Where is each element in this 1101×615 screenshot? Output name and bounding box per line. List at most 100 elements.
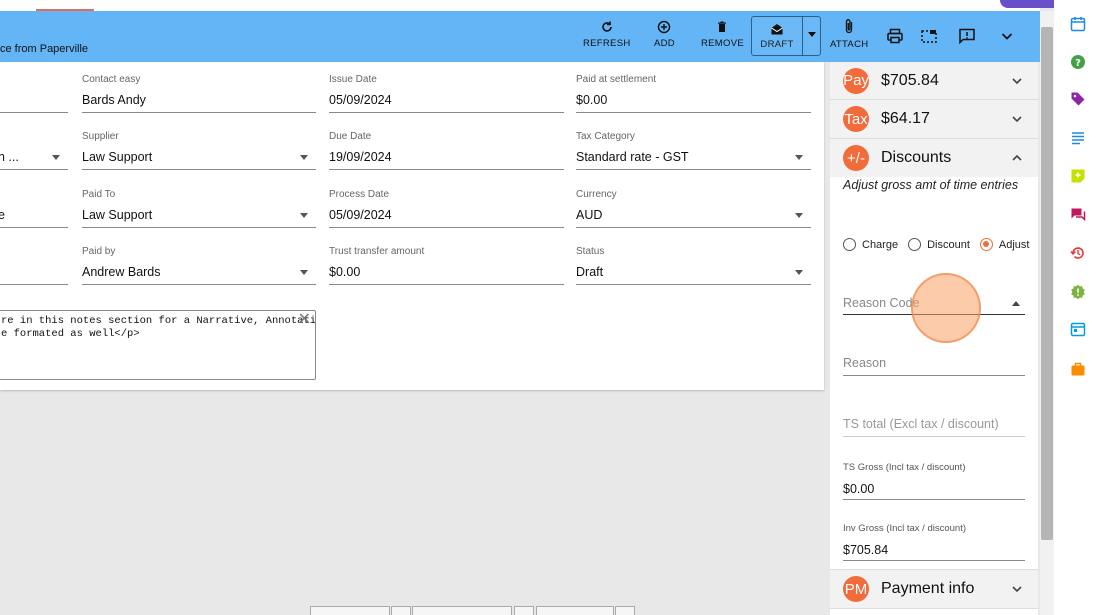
chevron-up-icon[interactable] <box>1010 151 1024 165</box>
reason-code-placeholder: Reason Code <box>843 296 920 310</box>
tax-amount: $64.17 <box>881 110 930 127</box>
dropdown-arrow-icon[interactable] <box>795 155 803 160</box>
ts-total-input[interactable]: TS total (Excl tax / discount) <box>843 410 1025 444</box>
field-underline <box>843 499 1025 500</box>
field-label: Contact easy <box>82 74 141 85</box>
paid-to-select[interactable]: Paid To Law Support <box>82 177 316 228</box>
trust-transfer-field[interactable]: Trust transfer amount $0.00 <box>329 234 564 285</box>
chevron-down-icon[interactable] <box>998 27 1016 45</box>
remove-button[interactable]: REMOVE <box>701 20 744 49</box>
chevron-down-icon[interactable] <box>1010 582 1024 596</box>
event-icon[interactable] <box>1070 321 1086 337</box>
charge-label: Charge <box>862 238 899 251</box>
discount-type-radio-group: Charge Discount Adjust <box>843 238 1029 251</box>
dropdown-arrow-icon[interactable] <box>1012 301 1020 306</box>
scrollbar[interactable] <box>1040 11 1054 615</box>
field-label: Status <box>576 246 605 257</box>
bottom-tab[interactable] <box>536 606 614 615</box>
ts-gross-field[interactable]: TS Gross (Incl tax / discount) $0.00 <box>843 462 1025 502</box>
adjust-radio[interactable] <box>979 238 993 251</box>
draft-split-button[interactable]: DRAFT <box>751 16 821 56</box>
help-icon[interactable]: ? <box>1070 54 1086 70</box>
discounts-section-header[interactable]: +/- Discounts <box>830 139 1038 177</box>
bottom-tab[interactable] <box>310 606 390 615</box>
tax-section-header[interactable]: Tax $64.17 <box>830 100 1038 139</box>
trash-icon <box>718 21 727 32</box>
field-col1-row1[interactable] <box>0 62 68 113</box>
bottom-tab[interactable] <box>615 606 635 615</box>
attach-button[interactable]: ATTACH <box>830 18 868 50</box>
dropdown-arrow-icon[interactable] <box>795 270 803 275</box>
field-underline <box>843 560 1025 561</box>
process-date-field[interactable]: Process Date 05/09/2024 <box>329 177 564 228</box>
pay-amount: $705.84 <box>881 71 939 89</box>
payment-info-badge: PM <box>843 576 869 602</box>
calendar-icon[interactable] <box>1070 16 1086 32</box>
discount-radio[interactable] <box>908 238 922 251</box>
dropdown-arrow-icon[interactable] <box>300 155 308 160</box>
feedback-icon[interactable] <box>958 27 976 45</box>
bottom-tab[interactable] <box>391 606 411 615</box>
chevron-down-icon[interactable] <box>1010 112 1024 126</box>
briefcase-icon[interactable] <box>1070 361 1086 377</box>
field-value: 05/09/2024 <box>329 208 392 222</box>
field-col1-row4[interactable] <box>0 234 68 285</box>
alert-badge-icon[interactable] <box>1070 284 1086 300</box>
chevron-down-icon[interactable] <box>1010 74 1024 88</box>
contact-field[interactable]: Contact easy Bards Andy <box>82 62 316 113</box>
field-value: e <box>0 208 5 222</box>
discount-label: Discount <box>927 238 970 251</box>
side-app-bar: ? <box>1054 0 1101 615</box>
chat-icon[interactable] <box>1070 207 1086 223</box>
supplier-select[interactable]: Supplier Law Support <box>82 119 316 170</box>
tag-icon[interactable] <box>1070 91 1086 107</box>
bottom-tab[interactable] <box>412 606 512 615</box>
charge-radio[interactable] <box>843 238 856 251</box>
scrollbar-thumb[interactable] <box>1041 27 1053 540</box>
dropdown-arrow-icon[interactable] <box>300 270 308 275</box>
field-value: $0.00 <box>576 93 608 107</box>
field-value: 05/09/2024 <box>329 93 392 107</box>
add-circle-icon <box>658 20 671 34</box>
tax-category-select[interactable]: Tax Category Standard rate - GST <box>576 119 811 170</box>
add-note-icon[interactable] <box>1070 168 1086 184</box>
list-icon[interactable] <box>1070 130 1086 146</box>
add-button[interactable]: ADD <box>654 20 675 49</box>
inv-gross-value: $705.84 <box>843 543 889 557</box>
dropdown-arrow-icon[interactable] <box>795 213 803 218</box>
clear-icon[interactable]: ✕ <box>298 312 311 328</box>
currency-select[interactable]: Currency AUD <box>576 177 811 228</box>
payment-info-section-header[interactable]: PM Payment info <box>830 569 1038 609</box>
refresh-button[interactable]: REFRESH <box>583 20 631 49</box>
paid-by-select[interactable]: Paid by Andrew Bards <box>82 234 316 285</box>
issue-date-field[interactable]: Issue Date 05/09/2024 <box>329 62 564 113</box>
field-underline <box>0 284 68 285</box>
ts-gross-value: $0.00 <box>843 482 875 496</box>
paid-at-settlement-field[interactable]: Paid at settlement $0.00 <box>576 62 811 113</box>
due-date-field[interactable]: Due Date 19/09/2024 <box>329 119 564 170</box>
select-area-icon[interactable] <box>920 27 938 45</box>
remove-label: REMOVE <box>701 38 744 49</box>
field-col1-row2[interactable]: n ... <box>0 119 68 170</box>
print-icon[interactable] <box>886 27 904 45</box>
field-underline <box>576 284 811 285</box>
history-icon[interactable] <box>1070 245 1086 261</box>
field-col1-row3[interactable]: e <box>0 177 68 228</box>
field-underline <box>329 284 564 285</box>
field-label: Trust transfer amount <box>329 246 425 257</box>
pay-section-header[interactable]: Pay $705.84 <box>830 62 1038 100</box>
field-value: $0.00 <box>329 265 361 279</box>
field-underline <box>843 436 1025 437</box>
draft-dropdown-icon[interactable] <box>808 32 816 37</box>
refresh-label: REFRESH <box>583 38 631 49</box>
field-label: Process Date <box>329 189 390 200</box>
draft-button[interactable]: DRAFT <box>752 17 802 55</box>
bottom-tab[interactable] <box>514 606 534 615</box>
inv-gross-field[interactable]: Inv Gross (Incl tax / discount) $705.84 <box>843 523 1025 563</box>
status-select[interactable]: Status Draft <box>576 234 811 285</box>
reason-input[interactable]: Reason <box>843 350 1025 384</box>
notes-textarea[interactable]: re in this notes section for a Narrative… <box>0 310 316 380</box>
dropdown-arrow-icon[interactable] <box>52 155 60 160</box>
paperclip-icon <box>846 19 853 34</box>
dropdown-arrow-icon[interactable] <box>300 213 308 218</box>
